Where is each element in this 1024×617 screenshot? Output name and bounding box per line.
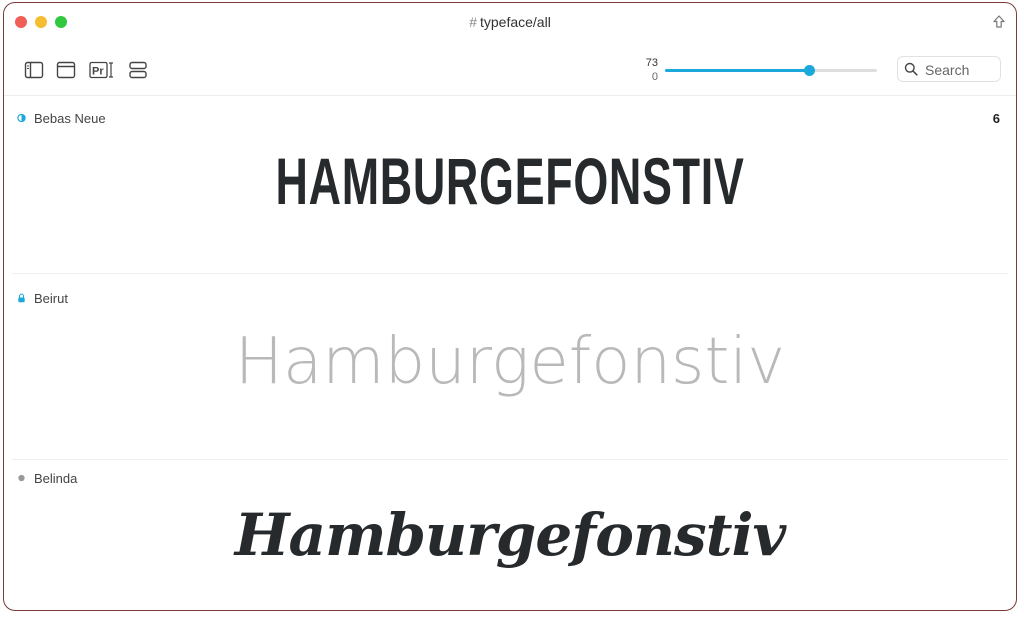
list-view-icon[interactable] [128, 61, 148, 79]
font-name: Beirut [34, 291, 68, 306]
half-circle-icon [17, 113, 26, 123]
row-divider [12, 273, 1008, 274]
row-divider [12, 459, 1008, 460]
font-sample: Hamburgefonstiv [234, 325, 786, 399]
hash-icon: # [469, 14, 477, 30]
window-icon[interactable] [56, 61, 76, 79]
search-placeholder: Search [925, 62, 970, 78]
search-field[interactable]: Search [897, 56, 1001, 82]
app-window: # typeface/all Pr 73 0 Search Bebas Neue… [3, 2, 1017, 611]
font-sample: HAMBURGEFONSTIV [275, 144, 745, 218]
title-bar: # typeface/all [4, 3, 1016, 43]
toolbar-divider [4, 95, 1016, 96]
font-row-beirut[interactable]: Beirut Hamburgefonstiv [12, 283, 1008, 458]
preview-text-icon-label: Pr [92, 66, 104, 78]
font-row-bebas-neue[interactable]: Bebas Neue 6 HAMBURGEFONSTIV [12, 103, 1008, 273]
lock-icon [18, 293, 25, 303]
window-title-text: typeface/all [479, 14, 551, 30]
font-row-belinda[interactable]: Belinda Hamburgefonstiv [12, 463, 1008, 610]
font-sample: Hamburgefonstiv [234, 501, 786, 569]
size-slider[interactable] [665, 65, 877, 76]
size-slider-thumb[interactable] [804, 65, 816, 76]
search-icon [904, 62, 918, 76]
font-name: Bebas Neue [34, 111, 106, 126]
preview-text-icon[interactable]: Pr [89, 61, 115, 79]
slider-max-value: 73 [645, 57, 658, 69]
style-count: 6 [992, 111, 1000, 126]
window-title: # typeface/all [4, 14, 1016, 30]
size-slider-fill [665, 69, 810, 72]
dot-icon [18, 474, 25, 482]
sidebar-icon[interactable] [24, 61, 44, 79]
slider-min-value: 0 [651, 71, 658, 83]
toolbar: Pr 73 0 Search [4, 47, 1016, 95]
font-name: Belinda [34, 471, 78, 486]
share-icon[interactable] [992, 15, 1006, 29]
